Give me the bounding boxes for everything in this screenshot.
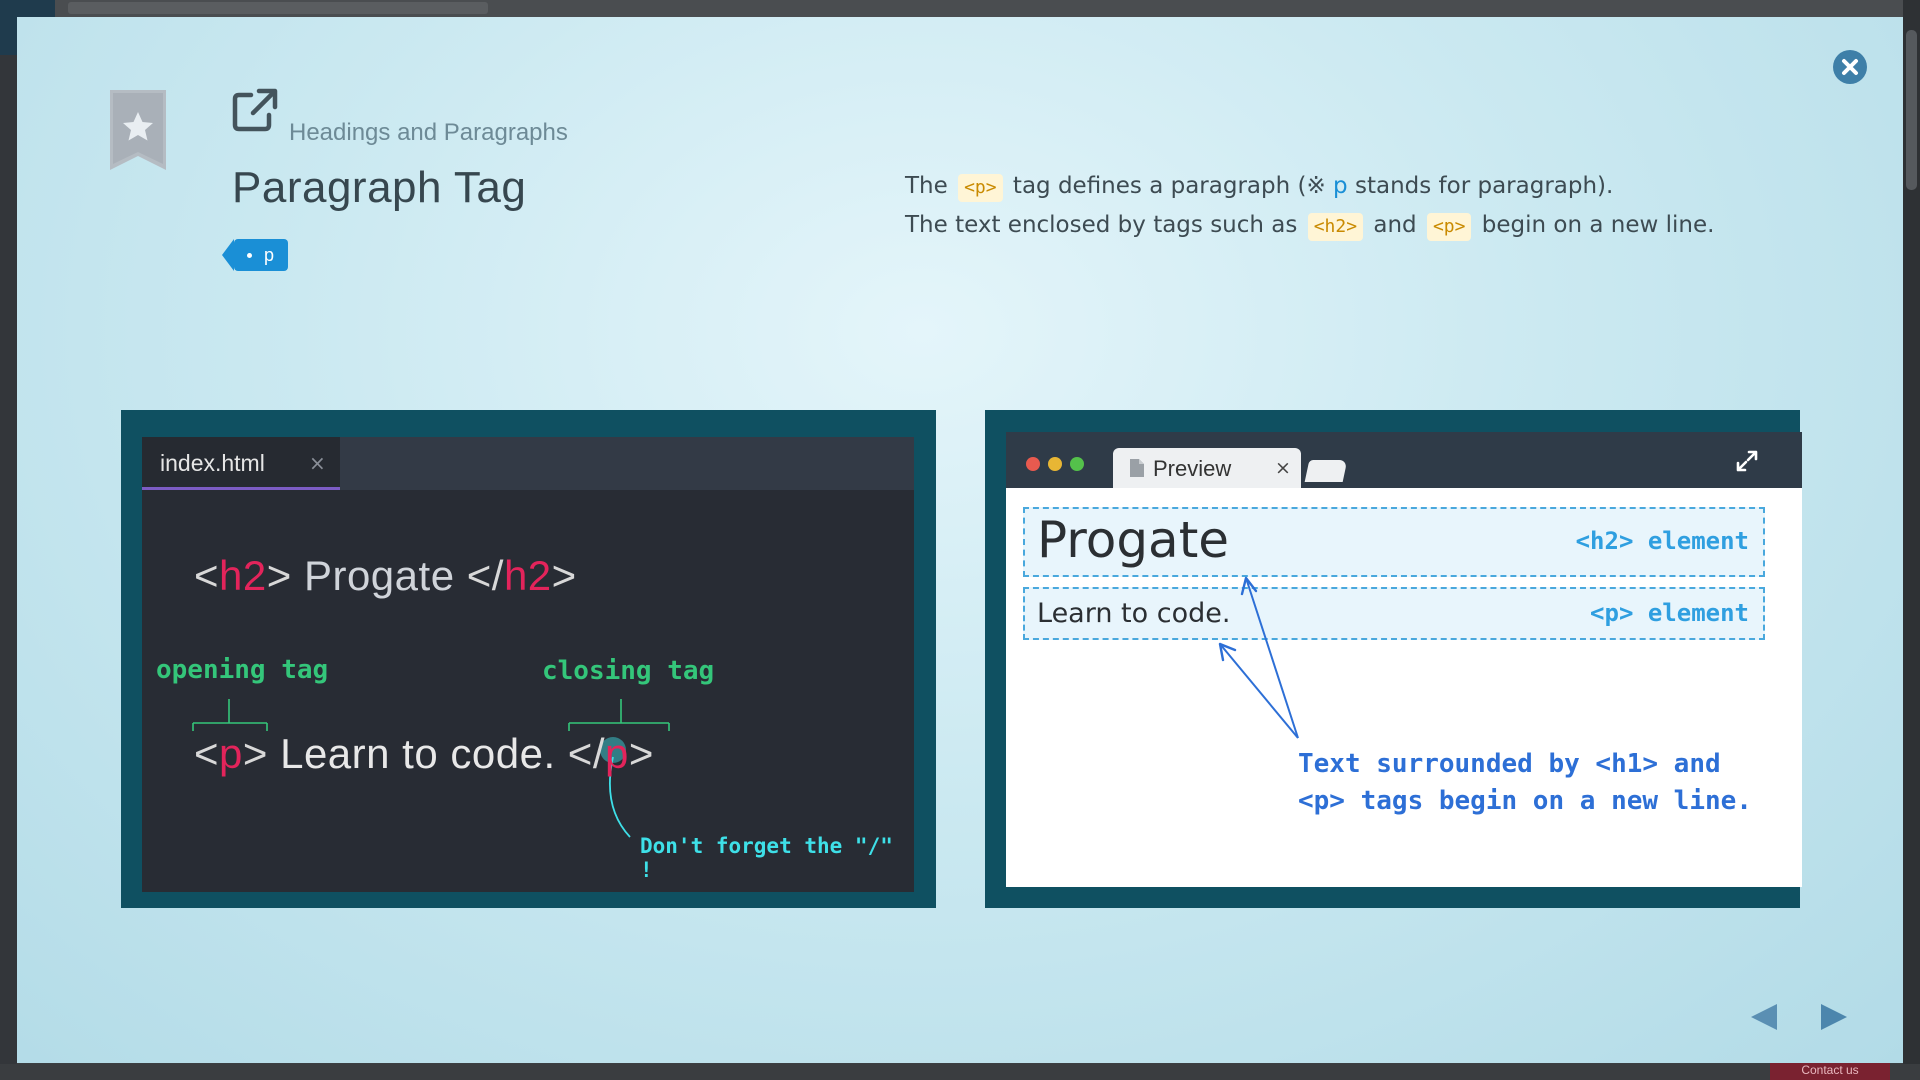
tag-chip[interactable]: p	[221, 239, 289, 271]
background-left-strip	[0, 0, 55, 1080]
external-link-icon[interactable]	[231, 87, 279, 133]
code-editor-illustration: index.html × <h2> Progate </h2> opening …	[121, 410, 936, 908]
tag-chip-label: p	[264, 244, 275, 265]
new-line-note-line-2: <p> tags begin on a new line.	[1298, 786, 1752, 816]
code-bracket: <	[194, 730, 220, 777]
desc-text: tag defines a paragraph (※	[1005, 173, 1334, 199]
triangle-right-icon	[1821, 1004, 1847, 1030]
code-tag-name: p	[219, 730, 243, 777]
code-tag-name: p	[605, 730, 629, 777]
background-scroll-thumb[interactable]	[1906, 30, 1917, 190]
desc-text: and	[1366, 212, 1424, 238]
desc-text: stands for paragraph).	[1347, 173, 1614, 199]
background-bottom-bar	[0, 1064, 1920, 1080]
code-chip-p: <p>	[958, 174, 1003, 202]
slide-modal: Headings and Paragraphs Paragraph Tag p …	[17, 17, 1903, 1063]
code-editor: index.html × <h2> Progate </h2> opening …	[142, 437, 914, 892]
page-title: Paragraph Tag	[232, 163, 527, 212]
desc-text: The text enclosed by tags such as	[905, 212, 1305, 238]
description-line-1: The <p> tag defines a paragraph (※ p sta…	[905, 167, 1885, 206]
code-bracket: >	[242, 730, 268, 777]
code-bracket: >	[628, 730, 654, 777]
preview-browser: Preview × Progate <h2> element Learn to …	[1006, 432, 1802, 887]
new-line-note: Text surrounded by <h1> and <p> tags beg…	[1298, 746, 1752, 820]
previous-slide-button[interactable]	[1749, 1002, 1779, 1032]
description: The <p> tag defines a paragraph (※ p sta…	[905, 167, 1885, 245]
bookmark-star-icon[interactable]	[110, 90, 166, 170]
new-line-note-line-1: Text surrounded by <h1> and	[1298, 749, 1721, 779]
desc-highlight-p: p	[1333, 173, 1348, 199]
background-contact-button[interactable]: Contact us	[1770, 1060, 1890, 1080]
close-button[interactable]	[1833, 50, 1867, 84]
code-bracket: </	[567, 730, 605, 777]
background-topbar	[0, 0, 1920, 18]
background-scrollbar[interactable]	[1903, 0, 1920, 1080]
triangle-left-icon	[1751, 1004, 1777, 1030]
description-line-2: The text enclosed by tags such as <h2> a…	[905, 206, 1885, 245]
code-text: Learn to code.	[267, 730, 568, 777]
editor-annotation-lines	[192, 699, 670, 838]
desc-text: The	[905, 173, 956, 199]
browser-preview-illustration: Preview × Progate <h2> element Learn to …	[985, 410, 1802, 908]
background-address-bar	[68, 2, 488, 14]
tag-chip-hole	[247, 253, 252, 258]
code-chip-p: <p>	[1426, 213, 1472, 241]
next-slide-button[interactable]	[1819, 1002, 1849, 1032]
desc-text: begin on a new line.	[1474, 212, 1715, 238]
code-line-p: <p> Learn to code. </p>	[194, 730, 654, 778]
slash-reminder-note: Don't forget the "/" !	[640, 834, 893, 882]
close-circle-icon	[1842, 59, 1858, 75]
lesson-category: Headings and Paragraphs	[289, 119, 568, 146]
code-chip-h2: <h2>	[1307, 213, 1364, 241]
